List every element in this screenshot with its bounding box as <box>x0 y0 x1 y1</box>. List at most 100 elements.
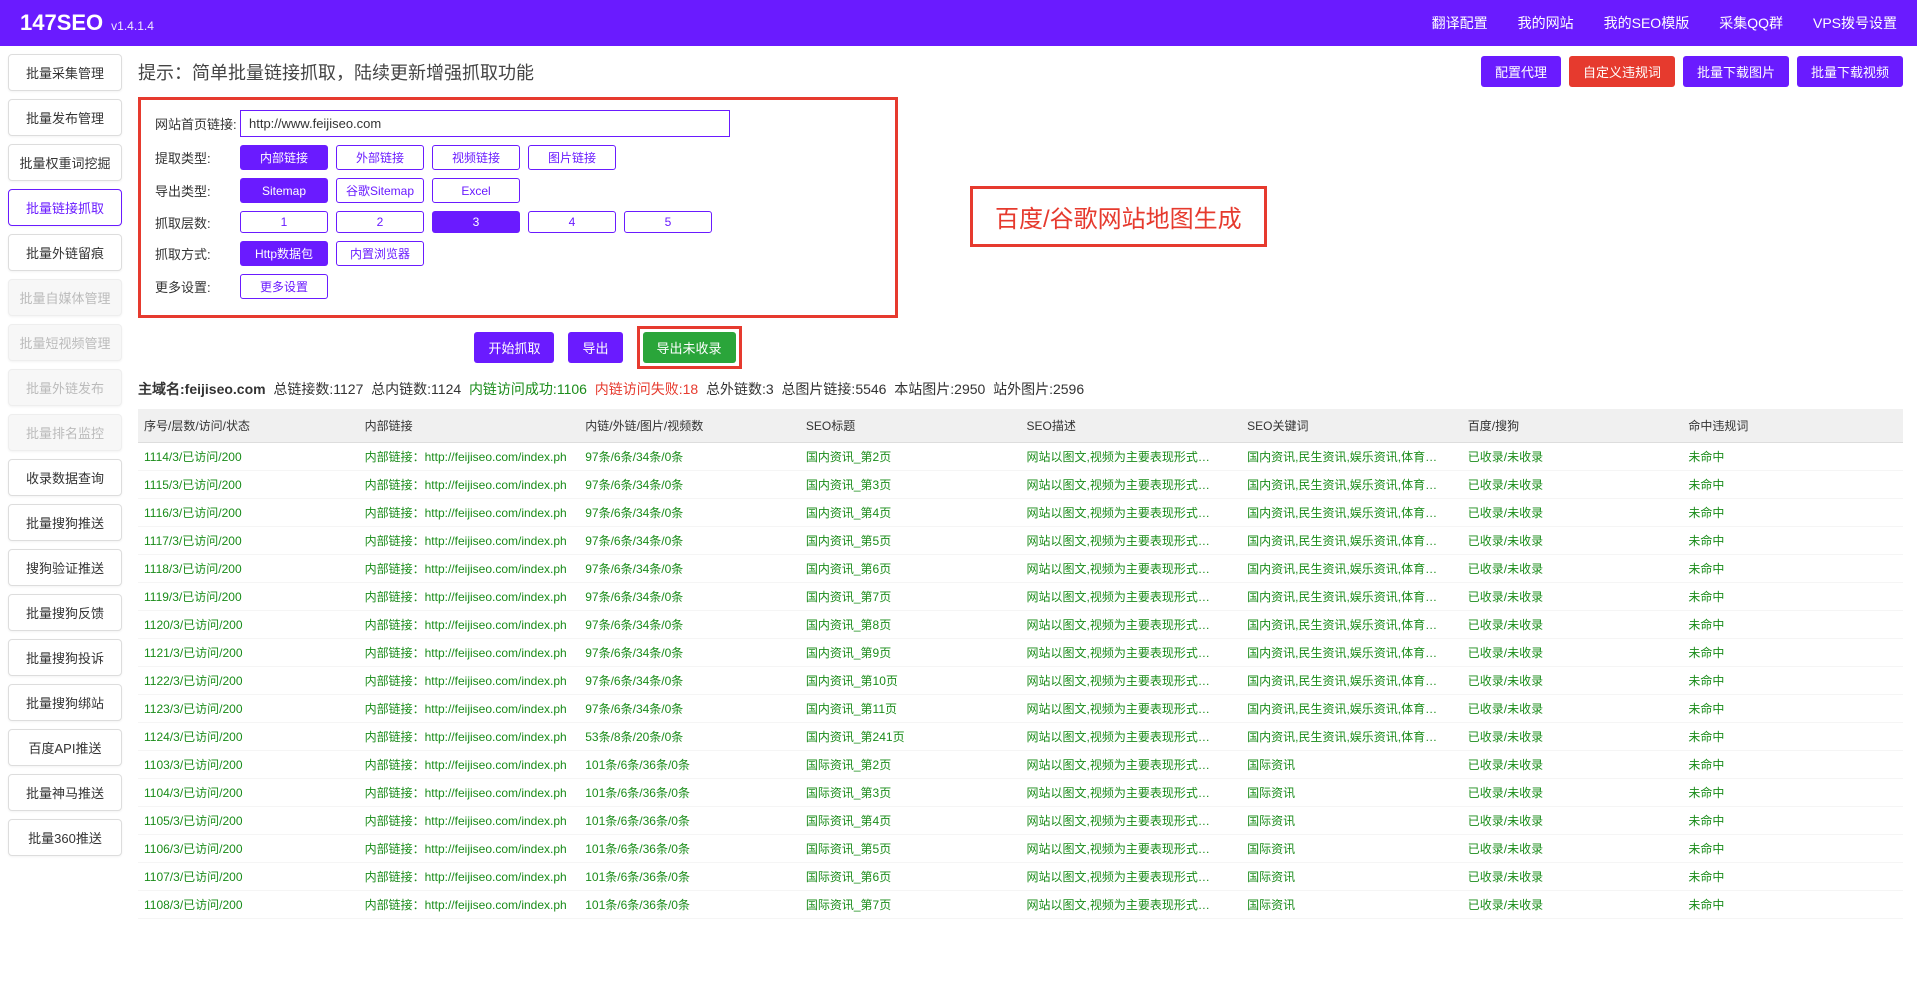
sidebar-item-3[interactable]: 批量链接抓取 <box>8 189 122 226</box>
export-type-option-2[interactable]: Excel <box>432 178 520 203</box>
table-cell: 未命中 <box>1682 751 1903 779</box>
depth-option-1[interactable]: 2 <box>336 211 424 233</box>
table-cell: 国内资讯_第7页 <box>800 583 1021 611</box>
method-option-1[interactable]: 内置浏览器 <box>336 241 424 266</box>
proxy-config-button[interactable]: 配置代理 <box>1481 56 1561 87</box>
extract-type-option-0[interactable]: 内部链接 <box>240 145 328 170</box>
table-cell: 未命中 <box>1682 499 1903 527</box>
table-cell: 国内资讯_第8页 <box>800 611 1021 639</box>
custom-violation-button[interactable]: 自定义违规词 <box>1569 56 1675 87</box>
table-cell: 国内资讯_第5页 <box>800 527 1021 555</box>
sidebar-item-15[interactable]: 百度API推送 <box>8 729 122 766</box>
brand-name: 147SEO <box>20 10 103 36</box>
table-cell: 网站以图文,视频为主要表现形式… <box>1021 891 1242 919</box>
table-cell: 网站以图文,视频为主要表现形式… <box>1021 863 1242 891</box>
sidebar-item-16[interactable]: 批量神马推送 <box>8 774 122 811</box>
sidebar-item-13[interactable]: 批量搜狗投诉 <box>8 639 122 676</box>
table-header-2[interactable]: 内链/外链/图片/视频数 <box>579 409 800 443</box>
table-header-0[interactable]: 序号/层数/访问/状态 <box>138 409 359 443</box>
topnav-item-1[interactable]: 我的网站 <box>1518 13 1574 33</box>
export-unindexed-button[interactable]: 导出未收录 <box>643 332 736 363</box>
depth-option-0[interactable]: 1 <box>240 211 328 233</box>
sidebar-item-0[interactable]: 批量采集管理 <box>8 54 122 91</box>
table-header-6[interactable]: 百度/搜狗 <box>1462 409 1683 443</box>
export-button[interactable]: 导出 <box>568 332 622 363</box>
table-cell: 已收录/未收录 <box>1462 779 1683 807</box>
table-row[interactable]: 1116/3/已访问/200内部链接：http://feijiseo.com/i… <box>138 499 1903 527</box>
table-cell: 未命中 <box>1682 611 1903 639</box>
table-cell: 未命中 <box>1682 471 1903 499</box>
table-row[interactable]: 1121/3/已访问/200内部链接：http://feijiseo.com/i… <box>138 639 1903 667</box>
topnav-item-0[interactable]: 翻译配置 <box>1432 13 1488 33</box>
table-cell: 已收录/未收录 <box>1462 695 1683 723</box>
sidebar-item-14[interactable]: 批量搜狗绑站 <box>8 684 122 721</box>
extract-type-option-1[interactable]: 外部链接 <box>336 145 424 170</box>
depth-option-3[interactable]: 4 <box>528 211 616 233</box>
brand: 147SEO v1.4.1.4 <box>20 10 154 36</box>
table-row[interactable]: 1122/3/已访问/200内部链接：http://feijiseo.com/i… <box>138 667 1903 695</box>
start-crawl-button[interactable]: 开始抓取 <box>474 332 554 363</box>
table-cell: 97条/6条/34条/0条 <box>579 471 800 499</box>
depth-label: 抓取层数: <box>155 213 240 232</box>
sidebar-item-10[interactable]: 批量搜狗推送 <box>8 504 122 541</box>
topnav-item-2[interactable]: 我的SEO模版 <box>1604 13 1690 33</box>
topnav-item-4[interactable]: VPS拨号设置 <box>1813 13 1897 33</box>
table-row[interactable]: 1115/3/已访问/200内部链接：http://feijiseo.com/i… <box>138 471 1903 499</box>
table-row[interactable]: 1105/3/已访问/200内部链接：http://feijiseo.com/i… <box>138 807 1903 835</box>
table-cell: 国内资讯,民生资讯,娱乐资讯,体育… <box>1241 723 1462 751</box>
table-row[interactable]: 1123/3/已访问/200内部链接：http://feijiseo.com/i… <box>138 695 1903 723</box>
table-cell: 已收录/未收录 <box>1462 583 1683 611</box>
sidebar-item-1[interactable]: 批量发布管理 <box>8 99 122 136</box>
table-cell: 内部链接：http://feijiseo.com/index.ph <box>359 443 580 471</box>
table-cell: 97条/6条/34条/0条 <box>579 555 800 583</box>
sidebar-item-9[interactable]: 收录数据查询 <box>8 459 122 496</box>
table-header-1[interactable]: 内部链接 <box>359 409 580 443</box>
table-cell: 未命中 <box>1682 443 1903 471</box>
table-cell: 未命中 <box>1682 779 1903 807</box>
more-option-0[interactable]: 更多设置 <box>240 274 328 299</box>
table-row[interactable]: 1107/3/已访问/200内部链接：http://feijiseo.com/i… <box>138 863 1903 891</box>
table-row[interactable]: 1103/3/已访问/200内部链接：http://feijiseo.com/i… <box>138 751 1903 779</box>
table-row[interactable]: 1124/3/已访问/200内部链接：http://feijiseo.com/i… <box>138 723 1903 751</box>
bulk-download-video-button[interactable]: 批量下载视频 <box>1797 56 1903 87</box>
table-row[interactable]: 1104/3/已访问/200内部链接：http://feijiseo.com/i… <box>138 779 1903 807</box>
extract-type-option-2[interactable]: 视频链接 <box>432 145 520 170</box>
export-type-option-0[interactable]: Sitemap <box>240 178 328 203</box>
table-header-3[interactable]: SEO标题 <box>800 409 1021 443</box>
table-row[interactable]: 1114/3/已访问/200内部链接：http://feijiseo.com/i… <box>138 443 1903 471</box>
sidebar-item-4[interactable]: 批量外链留痕 <box>8 234 122 271</box>
table-cell: 已收录/未收录 <box>1462 863 1683 891</box>
table-cell: 网站以图文,视频为主要表现形式… <box>1021 555 1242 583</box>
table-cell: 97条/6条/34条/0条 <box>579 639 800 667</box>
table-cell: 97条/6条/34条/0条 <box>579 611 800 639</box>
sidebar-item-17[interactable]: 批量360推送 <box>8 819 122 856</box>
table-row[interactable]: 1120/3/已访问/200内部链接：http://feijiseo.com/i… <box>138 611 1903 639</box>
table-cell: 1120/3/已访问/200 <box>138 611 359 639</box>
table-row[interactable]: 1118/3/已访问/200内部链接：http://feijiseo.com/i… <box>138 555 1903 583</box>
table-row[interactable]: 1108/3/已访问/200内部链接：http://feijiseo.com/i… <box>138 891 1903 919</box>
table-row[interactable]: 1106/3/已访问/200内部链接：http://feijiseo.com/i… <box>138 835 1903 863</box>
table-cell: 已收录/未收录 <box>1462 807 1683 835</box>
table-row[interactable]: 1117/3/已访问/200内部链接：http://feijiseo.com/i… <box>138 527 1903 555</box>
table-cell: 国内资讯_第4页 <box>800 499 1021 527</box>
table-header-7[interactable]: 命中违规词 <box>1682 409 1903 443</box>
export-unindexed-wrap: 导出未收录 <box>637 326 742 369</box>
sidebar-item-11[interactable]: 搜狗验证推送 <box>8 549 122 586</box>
depth-option-4[interactable]: 5 <box>624 211 712 233</box>
table-cell: 101条/6条/36条/0条 <box>579 779 800 807</box>
depth-option-2[interactable]: 3 <box>432 211 520 233</box>
export-type-option-1[interactable]: 谷歌Sitemap <box>336 178 424 203</box>
table-header-5[interactable]: SEO关键词 <box>1241 409 1462 443</box>
topnav-item-3[interactable]: 采集QQ群 <box>1719 13 1783 33</box>
table-cell: 国际资讯 <box>1241 835 1462 863</box>
table-row[interactable]: 1119/3/已访问/200内部链接：http://feijiseo.com/i… <box>138 583 1903 611</box>
sidebar-item-12[interactable]: 批量搜狗反馈 <box>8 594 122 631</box>
method-option-0[interactable]: Http数据包 <box>240 241 328 266</box>
table-header-4[interactable]: SEO描述 <box>1021 409 1242 443</box>
table-cell: 101条/6条/36条/0条 <box>579 891 800 919</box>
url-input[interactable] <box>240 110 730 137</box>
extract-type-option-3[interactable]: 图片链接 <box>528 145 616 170</box>
sidebar-item-2[interactable]: 批量权重词挖掘 <box>8 144 122 181</box>
table-cell: 网站以图文,视频为主要表现形式… <box>1021 443 1242 471</box>
bulk-download-image-button[interactable]: 批量下载图片 <box>1683 56 1789 87</box>
